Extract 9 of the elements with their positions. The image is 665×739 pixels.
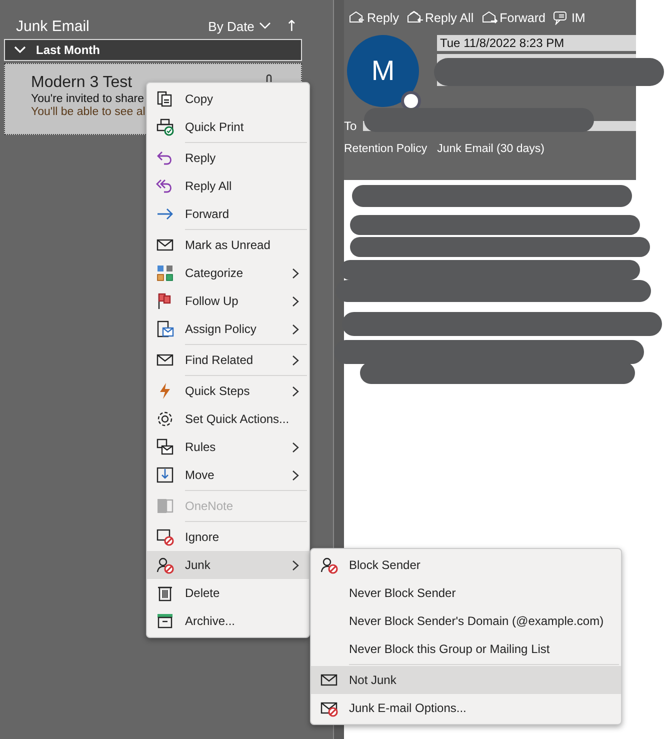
message-date: Tue 11/8/2022 8:23 PM [437, 35, 636, 51]
folder-title: Junk Email [16, 18, 90, 34]
policy-label: Retention Policy [344, 143, 428, 155]
message-preview: You'll be able to see al [31, 106, 146, 118]
message-sender: Modern 3 Test [31, 74, 132, 92]
message-subject: You're invited to share [31, 93, 144, 105]
avatar: M [347, 35, 419, 107]
policy-value: Junk Email (30 days) [437, 143, 544, 155]
to-label: To [344, 119, 357, 133]
